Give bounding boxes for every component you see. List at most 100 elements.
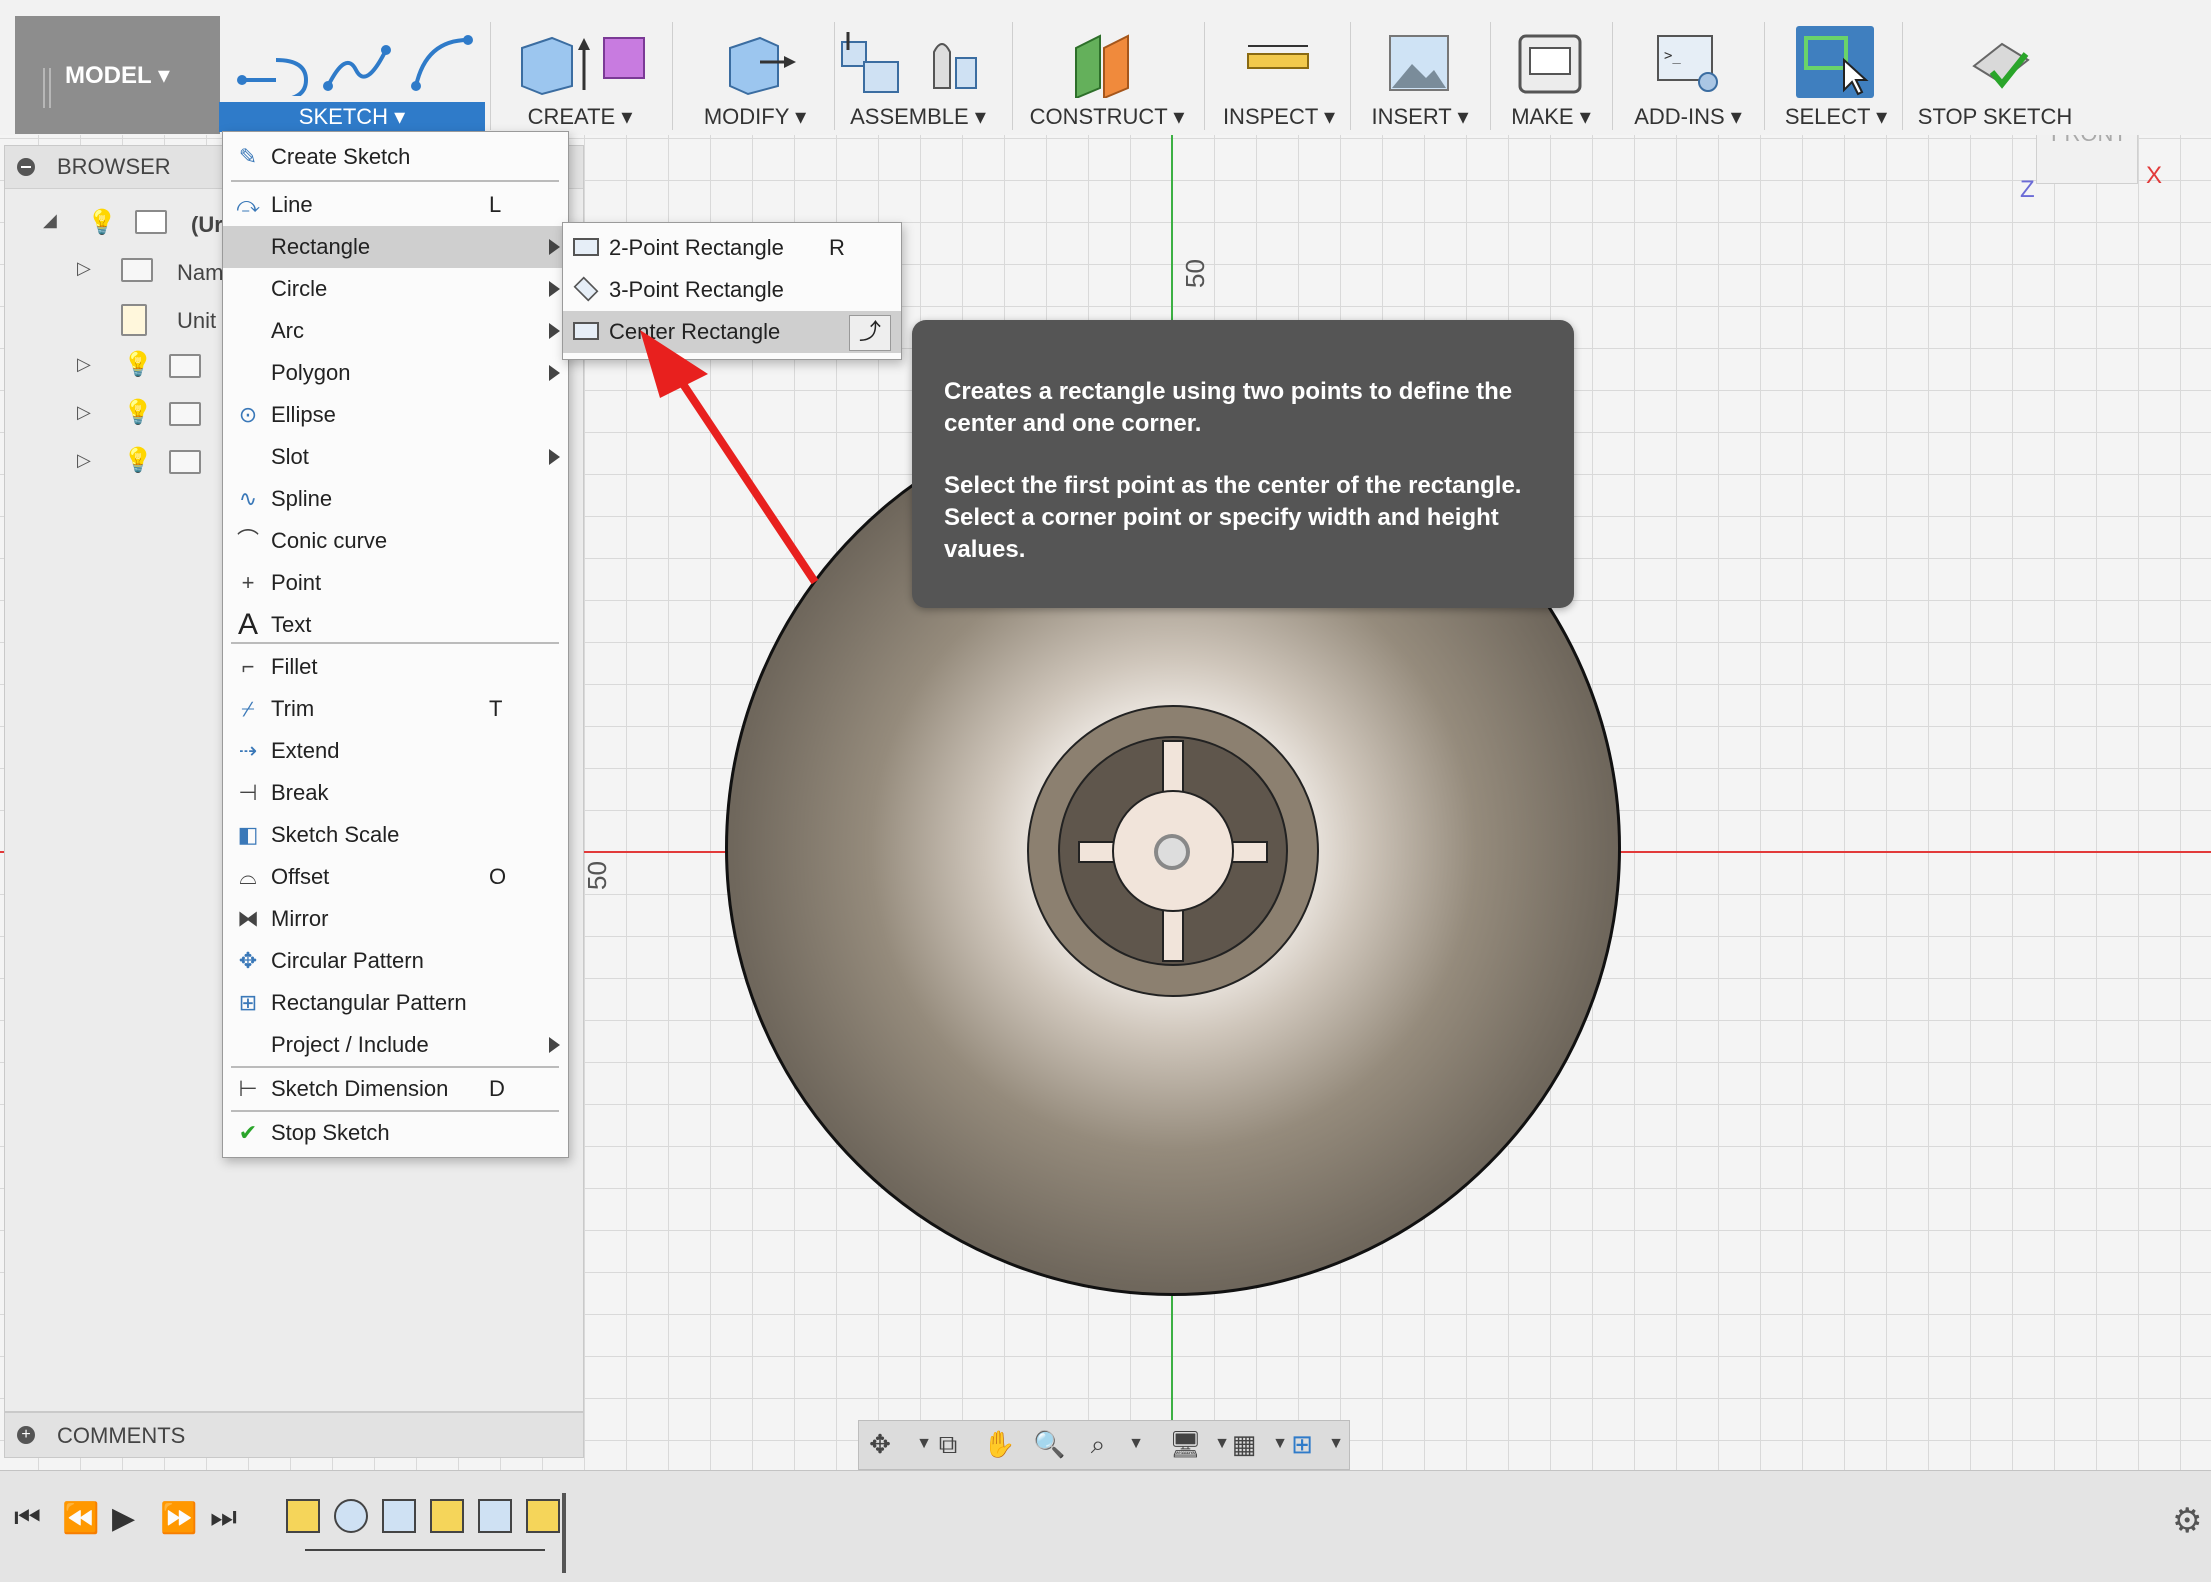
visibility-bulb-icon[interactable]: 💡: [87, 208, 117, 236]
repeat-command-icon[interactable]: ⤴: [849, 315, 891, 351]
go-to-start-icon[interactable]: ⏮: [14, 1501, 41, 1535]
viewports-icon[interactable]: ⊞: [1287, 1429, 1317, 1459]
pan-hand-icon[interactable]: ✋: [983, 1429, 1015, 1459]
origin-point[interactable]: [1154, 834, 1190, 870]
play-icon[interactable]: ▶: [112, 1501, 135, 1536]
inspect-menu-button[interactable]: INSPECT ▾: [1214, 12, 1344, 134]
step-back-icon[interactable]: ⏪: [62, 1501, 99, 1536]
menu-item-slot[interactable]: Slot: [223, 436, 568, 478]
menu-item-label: Arc: [271, 318, 304, 343]
sketch-menu-button[interactable]: SKETCH ▾: [219, 102, 485, 132]
menu-item-offset[interactable]: ⌓ Offset O: [223, 856, 568, 898]
visibility-bulb-icon[interactable]: 💡: [123, 350, 153, 378]
fit-zoom-icon[interactable]: ⌕: [1083, 1429, 1113, 1459]
workspace-switcher[interactable]: MODEL ▾: [15, 16, 220, 134]
stop-sketch-button[interactable]: STOP SKETCH: [1910, 12, 2080, 134]
menu-item-rectangular-pattern[interactable]: ⊞ Rectangular Pattern: [223, 982, 568, 1024]
menu-item-line[interactable]: ⤼ Line L: [223, 184, 568, 226]
expand-triangle-icon[interactable]: ▷: [77, 258, 91, 279]
timeline-settings-gear-icon[interactable]: ⚙: [2172, 1501, 2202, 1541]
sketch-tools-icons[interactable]: [236, 30, 476, 96]
shortcut-key: O: [489, 864, 507, 889]
expand-comments-icon[interactable]: +: [17, 1426, 35, 1444]
make-icon: [1518, 34, 1582, 94]
menu-item-3-point-rectangle[interactable]: 3-Point Rectangle: [563, 269, 901, 311]
timeline-extrude-feature[interactable]: [478, 1499, 512, 1533]
menu-item-fillet[interactable]: ⌐ Fillet: [223, 646, 568, 688]
menu-item-point[interactable]: + Point: [223, 562, 568, 604]
menu-item-sketch-dimension[interactable]: ⊢ Sketch Dimension D: [223, 1068, 568, 1110]
expand-triangle-icon[interactable]: ▷: [77, 354, 91, 375]
timeline-marker[interactable]: [562, 1493, 566, 1573]
menu-item-label: Text: [271, 612, 312, 637]
menu-item-label: Spline: [271, 486, 333, 511]
visibility-bulb-icon[interactable]: 💡: [123, 446, 153, 474]
menu-item-ellipse[interactable]: ⊙ Ellipse: [223, 394, 568, 436]
visibility-bulb-icon[interactable]: 💡: [123, 398, 153, 426]
grid-settings-icon[interactable]: ▦: [1229, 1429, 1259, 1459]
expand-triangle-icon[interactable]: ◢: [43, 210, 57, 231]
rectangular-pattern-icon: ⊞: [238, 990, 258, 1015]
assemble-menu-button[interactable]: ASSEMBLE ▾: [838, 12, 998, 134]
menu-item-circle[interactable]: Circle: [223, 268, 568, 310]
inspect-icon: [1247, 45, 1309, 69]
menu-item-circular-pattern[interactable]: ✥ Circular Pattern: [223, 940, 568, 982]
select-menu-label: SELECT ▾: [1784, 104, 1888, 129]
menu-item-label: Line: [271, 192, 313, 217]
viewports-dropdown-icon[interactable]: ▼: [1321, 1429, 1351, 1459]
menu-item-polygon[interactable]: Polygon: [223, 352, 568, 394]
menu-item-sketch-scale[interactable]: ◧ Sketch Scale: [223, 814, 568, 856]
create-menu-button[interactable]: CREATE ▾: [500, 12, 660, 134]
timeline-sketch-feature[interactable]: [526, 1499, 560, 1533]
comments-panel[interactable]: + COMMENTS: [4, 1412, 584, 1458]
insert-menu-button[interactable]: INSERT ▾: [1360, 12, 1480, 134]
menu-item-label: Ellipse: [271, 402, 336, 427]
go-to-end-icon[interactable]: ⏭: [210, 1501, 237, 1535]
menu-item-2-point-rectangle[interactable]: 2-Point Rectangle R: [563, 227, 901, 269]
display-settings-icon[interactable]: 🖥: [1169, 1429, 1202, 1459]
menu-item-label: Fillet: [271, 654, 318, 679]
menu-item-rectangle[interactable]: Rectangle: [223, 226, 568, 268]
menu-item-conic-curve[interactable]: ⌒ Conic curve: [223, 520, 568, 562]
select-menu-button[interactable]: SELECT ▾: [1776, 12, 1896, 134]
menu-item-project-include[interactable]: Project / Include: [223, 1024, 568, 1066]
expand-triangle-icon[interactable]: ▷: [77, 450, 91, 471]
timeline-sketch-feature[interactable]: [286, 1499, 320, 1533]
orbit-icon[interactable]: ✥: [865, 1429, 895, 1459]
submenu-arrow-icon: [549, 239, 560, 255]
zoom-icon[interactable]: 🔍: [1033, 1429, 1065, 1459]
look-at-icon[interactable]: ⧉: [933, 1429, 963, 1459]
make-menu-button[interactable]: MAKE ▾: [1496, 12, 1606, 134]
timeline-sketch-feature[interactable]: [430, 1499, 464, 1533]
modify-menu-button[interactable]: MODIFY ▾: [680, 12, 830, 134]
named-views-label[interactable]: Nam: [177, 260, 223, 286]
menu-item-label: Rectangular Pattern: [271, 990, 467, 1015]
menu-item-spline[interactable]: ∿ Spline: [223, 478, 568, 520]
menu-item-arc[interactable]: Arc: [223, 310, 568, 352]
units-label[interactable]: Unit: [177, 308, 216, 334]
sketch-scale-icon: ◧: [237, 822, 259, 847]
menu-item-trim[interactable]: ⌿ Trim T: [223, 688, 568, 730]
menu-item-create-sketch[interactable]: ✎ Create Sketch: [223, 136, 568, 178]
zoom-dropdown-icon[interactable]: ▼: [1121, 1429, 1151, 1459]
menu-item-stop-sketch[interactable]: ✔ Stop Sketch: [223, 1112, 568, 1154]
collapse-icon[interactable]: [17, 158, 35, 176]
conic-curve-icon: ⌒: [236, 528, 259, 553]
menu-item-mirror[interactable]: ⧓ Mirror: [223, 898, 568, 940]
tooltip-instructions: Select the first point as the center of …: [944, 472, 1522, 563]
root-component-label[interactable]: (Ur: [191, 212, 223, 238]
expand-triangle-icon[interactable]: ▷: [77, 402, 91, 423]
menu-item-label: Circle: [271, 276, 328, 301]
menu-item-text[interactable]: A Text: [223, 604, 568, 646]
menu-item-break[interactable]: ⊣ Break: [223, 772, 568, 814]
svg-text:>_: >_: [1664, 48, 1681, 64]
construct-menu-button[interactable]: CONSTRUCT ▾: [1022, 12, 1192, 134]
menu-item-extend[interactable]: ⇢ Extend: [223, 730, 568, 772]
step-forward-icon[interactable]: ⏩: [160, 1501, 197, 1536]
timeline-revolve-feature[interactable]: [334, 1499, 368, 1533]
submenu-arrow-icon: [549, 449, 560, 465]
menu-item-label: Create Sketch: [271, 144, 411, 169]
add-ins-menu-button[interactable]: >_ ADD-INS ▾: [1618, 12, 1758, 134]
shortcut-key: L: [489, 192, 502, 217]
timeline-extrude-feature[interactable]: [382, 1499, 416, 1533]
